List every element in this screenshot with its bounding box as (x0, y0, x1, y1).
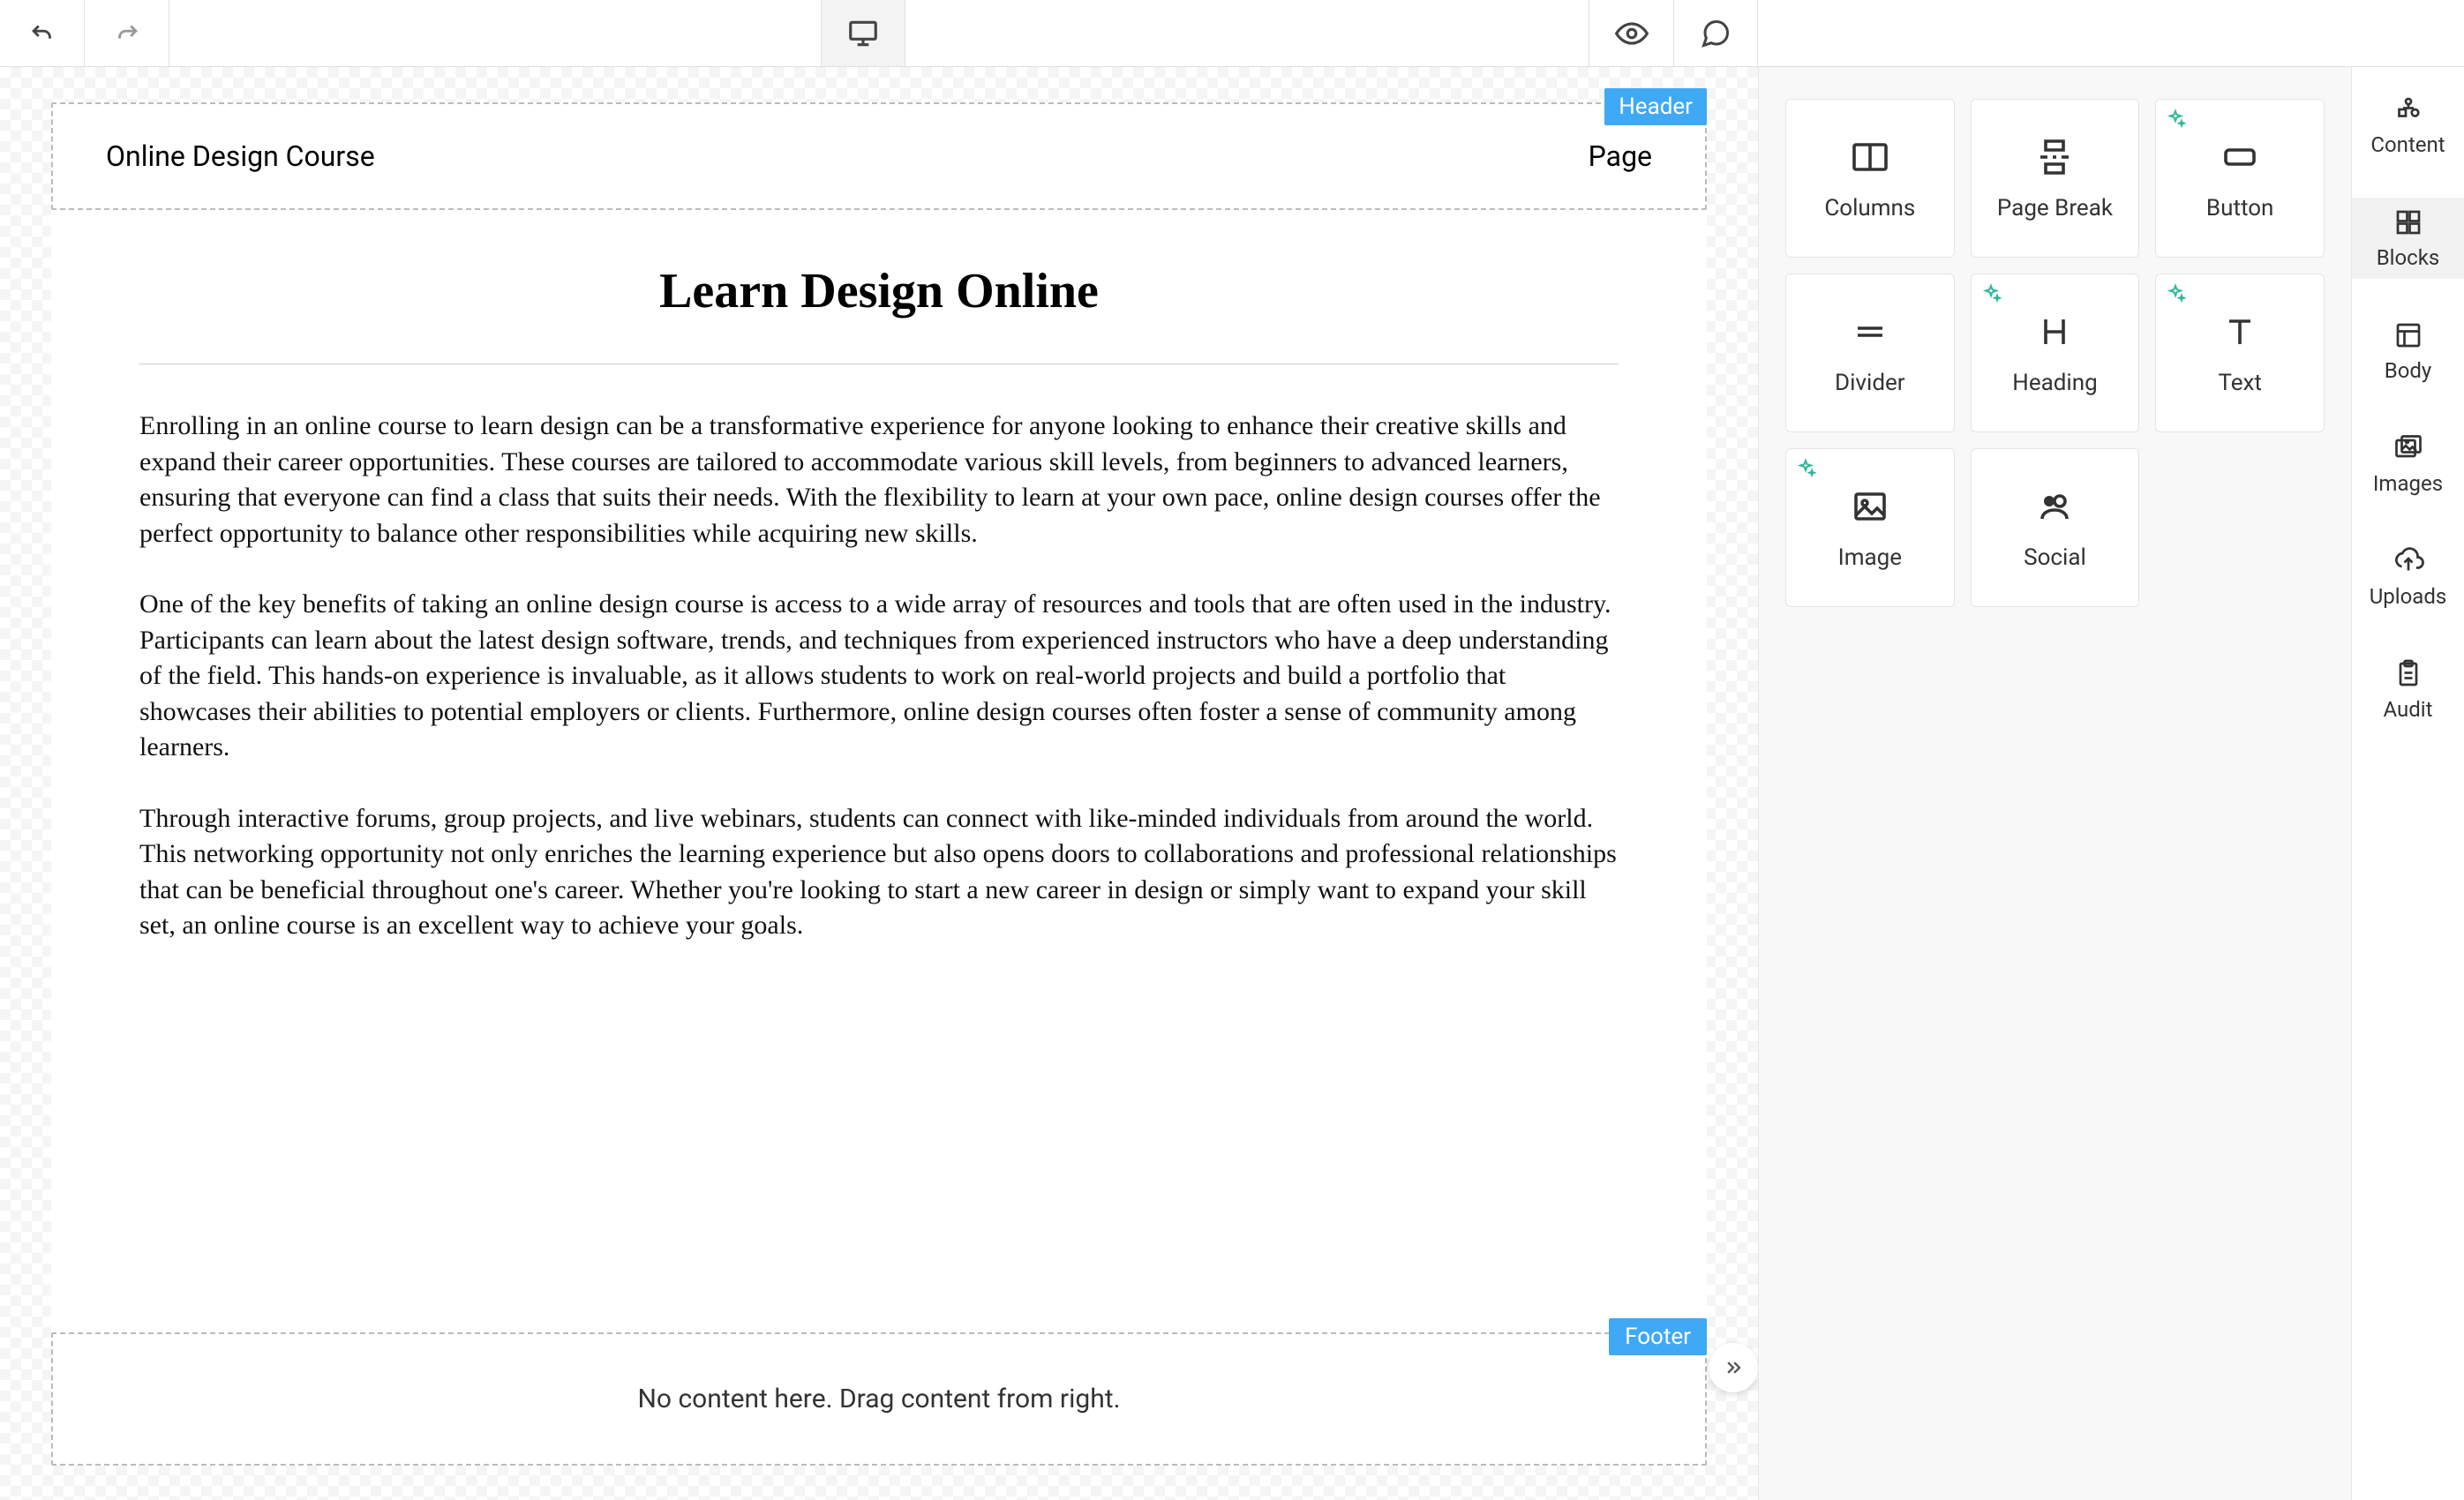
body-icon (2393, 319, 2424, 351)
paragraph-1[interactable]: Enrolling in an online course to learn d… (139, 409, 1619, 551)
block-card-button[interactable]: Button (2155, 99, 2325, 258)
block-label: Social (2024, 544, 2086, 571)
chevron-double-right-icon (1721, 1355, 1746, 1380)
site-title[interactable]: Online Design Course (106, 139, 375, 173)
block-label: Page Break (1997, 195, 2113, 221)
content-region[interactable]: Learn Design Online Enrolling in an onli… (51, 210, 1707, 1332)
device-desktop-button[interactable] (821, 0, 905, 66)
redo-button[interactable] (85, 0, 169, 66)
rail-item-blocks[interactable]: Blocks (2352, 198, 2464, 279)
rail-item-content[interactable]: Content (2352, 85, 2464, 166)
audit-icon (2393, 658, 2424, 690)
right-rail: Content Blocks Body Images Uploads Audit (2351, 67, 2464, 1500)
block-label: Button (2206, 195, 2273, 221)
footer-empty-text: No content here. Drag content from right… (638, 1384, 1121, 1414)
heading-icon (2033, 310, 2076, 354)
social-icon (2033, 484, 2076, 529)
rail-label: Images (2373, 471, 2443, 496)
undo-button[interactable] (0, 0, 85, 66)
eye-icon (1615, 17, 1649, 50)
block-label: Columns (1824, 195, 1915, 221)
redo-icon (112, 19, 142, 49)
paragraph-3[interactable]: Through interactive forums, group projec… (139, 801, 1619, 944)
rail-item-images[interactable]: Images (2352, 424, 2464, 505)
block-card-text[interactable]: Text (2155, 274, 2325, 432)
collapse-panel-button[interactable] (1709, 1343, 1758, 1392)
rail-label: Audit (2384, 697, 2433, 722)
uploads-icon (2393, 545, 2424, 577)
block-label: Image (1838, 544, 1902, 571)
header-tag: Header (1604, 88, 1707, 125)
rail-item-audit[interactable]: Audit (2352, 649, 2464, 731)
blocks-icon (2393, 206, 2424, 238)
block-label: Text (2218, 370, 2261, 396)
content-icon (2393, 94, 2424, 125)
button-icon (2219, 135, 2261, 179)
divider-icon (1849, 310, 1891, 354)
rail-label: Uploads (2370, 584, 2447, 609)
block-card-columns[interactable]: Columns (1785, 99, 1955, 258)
header-region[interactable]: Header Online Design Course Page (51, 102, 1707, 210)
top-toolbar (0, 0, 2464, 67)
editor-canvas[interactable]: Header Online Design Course Page Learn D… (0, 67, 1758, 1500)
ai-sparkle-icon (1980, 283, 2002, 304)
block-label: Heading (2012, 370, 2097, 396)
blocks-panel: Columns Page Break Button Divider Heading Tex… (1758, 67, 2351, 1500)
undo-icon (27, 19, 57, 49)
preview-button[interactable] (1589, 0, 1673, 66)
image-icon (1849, 484, 1891, 529)
rail-label: Blocks (2377, 245, 2440, 270)
block-label: Divider (1835, 370, 1905, 396)
page-break-icon (2033, 135, 2076, 179)
comment-icon (1700, 18, 1732, 49)
rail-label: Content (2370, 132, 2445, 157)
ai-sparkle-icon (2165, 109, 2186, 130)
columns-icon (1849, 135, 1891, 179)
block-card-social[interactable]: Social (1971, 448, 2140, 607)
page-label[interactable]: Page (1589, 139, 1652, 173)
block-card-page-break[interactable]: Page Break (1971, 99, 2140, 258)
comment-button[interactable] (1673, 0, 1758, 66)
ai-sparkle-icon (1795, 458, 1816, 479)
rail-item-body[interactable]: Body (2352, 311, 2464, 392)
block-card-image[interactable]: Image (1785, 448, 1955, 607)
images-icon (2393, 432, 2424, 464)
rail-label: Body (2385, 358, 2432, 383)
desktop-icon (846, 17, 880, 50)
block-card-divider[interactable]: Divider (1785, 274, 1955, 432)
paragraph-2[interactable]: One of the key benefits of taking an onl… (139, 587, 1619, 766)
footer-tag: Footer (1609, 1318, 1707, 1355)
footer-region[interactable]: Footer No content here. Drag content fro… (51, 1332, 1707, 1466)
block-card-heading[interactable]: Heading (1971, 274, 2140, 432)
text-icon (2219, 310, 2261, 354)
ai-sparkle-icon (2165, 283, 2186, 304)
rail-item-uploads[interactable]: Uploads (2352, 536, 2464, 618)
page-heading[interactable]: Learn Design Online (139, 263, 1619, 319)
